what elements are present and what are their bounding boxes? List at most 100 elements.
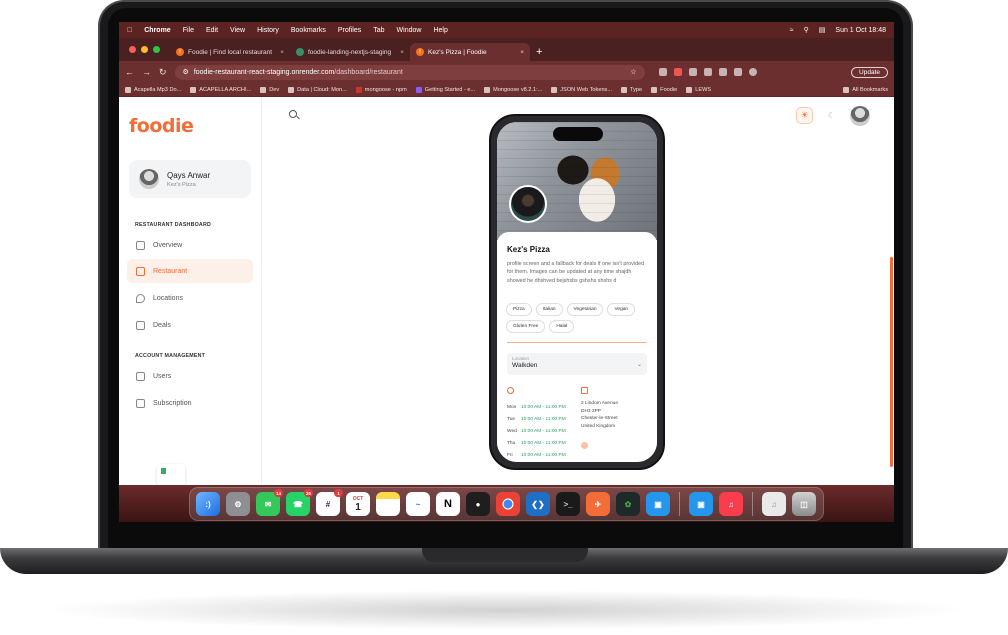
- bookmark-folder[interactable]: Dev: [260, 86, 279, 93]
- site-info-icon[interactable]: ⚙: [183, 68, 189, 76]
- sidebar-item-subscription[interactable]: Subscription: [127, 391, 253, 415]
- menu-help[interactable]: Help: [433, 27, 447, 34]
- extension-icon[interactable]: [658, 68, 667, 76]
- slack-icon[interactable]: #1: [316, 489, 343, 516]
- bookmark-label: ACAPELLA ARCHI...: [199, 86, 252, 93]
- page-favicon-icon: [296, 48, 304, 56]
- light-mode-button[interactable]: ☀: [796, 107, 813, 124]
- menu-bookmarks[interactable]: Bookmarks: [291, 27, 326, 34]
- bookmark-favicon-icon: [551, 86, 558, 93]
- bookmark-folder[interactable]: Type: [621, 86, 642, 93]
- reload-icon[interactable]: ↻: [159, 67, 167, 78]
- close-tab-icon[interactable]: ×: [280, 49, 284, 56]
- docker-icon[interactable]: ▣: [646, 492, 670, 516]
- menubar-clock[interactable]: Sun 1 Oct 18:48: [835, 27, 886, 34]
- sidebar-item-overview[interactable]: Overview: [127, 233, 253, 257]
- mongodb-compass-icon[interactable]: ✿: [616, 492, 640, 516]
- bookmark-item[interactable]: Data | Cloud: Mon...: [288, 86, 347, 93]
- notes-icon[interactable]: [376, 492, 400, 516]
- laptop-shadow: [40, 590, 970, 630]
- terminal-icon[interactable]: >_: [556, 492, 580, 516]
- forward-icon[interactable]: →: [142, 67, 151, 77]
- sidebar-item-restaurant[interactable]: Restaurant: [127, 259, 253, 283]
- profile-icon[interactable]: [748, 68, 757, 76]
- sidebar-item-users[interactable]: Users: [127, 364, 253, 388]
- whatsapp-icon[interactable]: ☎ 26: [286, 489, 313, 516]
- store-icon: [581, 387, 588, 394]
- extension-icon[interactable]: [718, 68, 727, 76]
- browser-tab-kezs-pizza[interactable]: f Kez's Pizza | Foodie ×: [410, 43, 530, 61]
- sidebar-item-deals[interactable]: Deals: [127, 313, 253, 337]
- divider: [507, 342, 647, 343]
- dark-mode-button[interactable]: ☾: [823, 107, 840, 124]
- extension-icon[interactable]: [703, 68, 712, 76]
- bookmark-item[interactable]: Acapella Mp3 Do...: [125, 86, 181, 93]
- system-settings-icon[interactable]: ⚙: [226, 492, 250, 516]
- chrome-icon[interactable]: [496, 492, 520, 516]
- clock-icon: [507, 387, 514, 394]
- bookmark-folder[interactable]: Foodie: [651, 86, 677, 93]
- freeform-icon[interactable]: ~: [406, 492, 430, 516]
- bookmark-item[interactable]: Mongoose v8.2.1:...: [484, 86, 542, 93]
- menu-tab[interactable]: Tab: [373, 27, 384, 34]
- messages-icon[interactable]: ✉ 14: [256, 489, 283, 516]
- wifi-icon[interactable]: ≈: [790, 27, 794, 34]
- downloads-stack-icon[interactable]: ♫: [762, 492, 786, 516]
- bookmark-item[interactable]: Getting Started - e...: [415, 86, 475, 93]
- chrome-update-button[interactable]: Update: [851, 66, 888, 78]
- menu-profiles[interactable]: Profiles: [338, 27, 361, 34]
- search-icon[interactable]: [289, 110, 297, 118]
- floating-widget[interactable]: [157, 464, 185, 486]
- finder-icon[interactable]: :): [196, 492, 220, 516]
- apple-icon[interactable]: : [127, 27, 132, 34]
- new-tab-button[interactable]: +: [530, 43, 548, 61]
- bookmark-star-icon[interactable]: ☆: [630, 68, 636, 76]
- music-icon[interactable]: ♫: [719, 492, 743, 516]
- notion-icon[interactable]: N: [436, 492, 460, 516]
- control-center-icon[interactable]: ▤: [819, 26, 826, 34]
- docker-icon[interactable]: ▣: [689, 492, 713, 516]
- all-bookmarks-button[interactable]: All Bookmarks: [843, 86, 888, 93]
- extension-icon[interactable]: [688, 68, 697, 76]
- minimize-window-button[interactable]: [141, 46, 148, 53]
- foodie-favicon-icon: f: [176, 48, 184, 56]
- map-pin-icon: [136, 293, 145, 303]
- bookmark-label: JSON Web Tokens...: [560, 86, 613, 93]
- foodie-logo[interactable]: foodie: [129, 115, 194, 137]
- foodie-favicon-icon: f: [416, 48, 424, 56]
- scrollbar[interactable]: [890, 257, 893, 467]
- menu-file[interactable]: File: [183, 27, 194, 34]
- address-bar[interactable]: ⚙ foodie-restaurant-react-staging.onrend…: [174, 64, 645, 80]
- bookmark-item[interactable]: JSON Web Tokens...: [551, 86, 613, 93]
- sidebar-item-locations[interactable]: Locations: [127, 286, 253, 310]
- postman-icon[interactable]: ✈: [586, 492, 610, 516]
- browser-tab-landing[interactable]: foodie-landing-nextjs-staging ×: [290, 43, 410, 61]
- menu-window[interactable]: Window: [397, 27, 422, 34]
- browser-tab-foodie[interactable]: f Foodie | Find local restaurant ×: [170, 43, 290, 61]
- menu-edit[interactable]: Edit: [206, 27, 218, 34]
- vscode-icon[interactable]: ❮❯: [526, 492, 550, 516]
- menubar-app-name[interactable]: Chrome: [144, 27, 170, 34]
- calendar-icon[interactable]: OCT 1: [346, 492, 370, 516]
- bookmark-item[interactable]: mongoose - npm: [355, 86, 407, 93]
- menu-view[interactable]: View: [230, 27, 245, 34]
- zoom-window-button[interactable]: [153, 46, 160, 53]
- hours-row: Wed 10:00 AM - 11:00 PM: [507, 425, 577, 437]
- menu-history[interactable]: History: [257, 27, 279, 34]
- avatar[interactable]: [850, 106, 870, 126]
- url-path: /dashboard/restaurant: [334, 68, 403, 76]
- close-tab-icon[interactable]: ×: [400, 49, 404, 56]
- user-card[interactable]: Qays Anwar Kez's Pizza: [129, 160, 251, 198]
- figma-icon[interactable]: ●: [466, 492, 490, 516]
- bookmark-folder[interactable]: LEWS: [686, 86, 711, 93]
- back-icon[interactable]: ←: [125, 67, 134, 77]
- extension-icon[interactable]: [673, 68, 682, 76]
- location-select[interactable]: Location Walkden ⌄: [507, 353, 647, 375]
- puzzle-icon[interactable]: [733, 68, 742, 76]
- trash-icon[interactable]: ◫: [792, 492, 816, 516]
- search-icon-menubar[interactable]: ⚲: [804, 26, 809, 34]
- hours-time: 10:00 AM - 11:00 PM: [521, 404, 566, 410]
- bookmark-item[interactable]: ACAPELLA ARCHI...: [190, 86, 252, 93]
- close-tab-icon[interactable]: ×: [520, 49, 524, 56]
- close-window-button[interactable]: [129, 46, 136, 53]
